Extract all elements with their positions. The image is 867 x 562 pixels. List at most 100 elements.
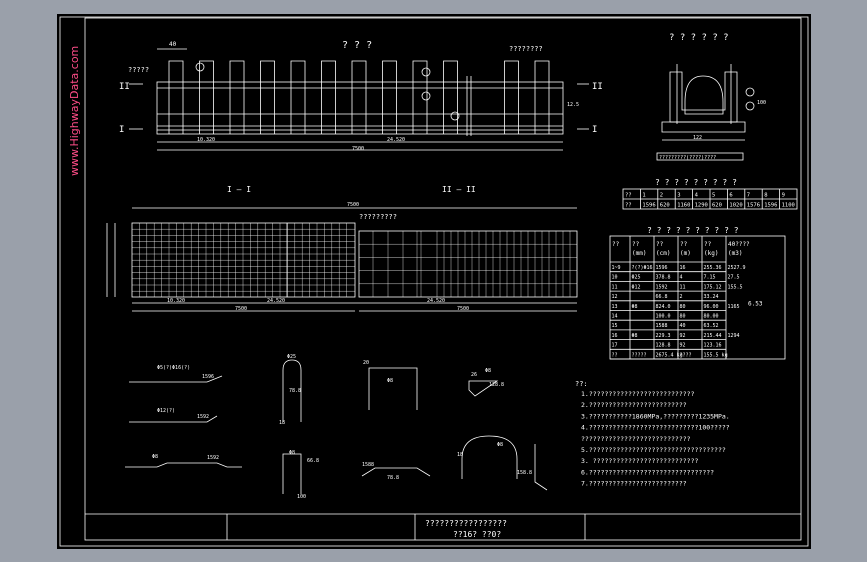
detail-label: 78.8 xyxy=(289,388,301,394)
elevation-dim-2: 24.520 xyxy=(387,137,405,143)
cross-section-view: ? ? ? ? ? ? 122 100 ?????????(????)???? xyxy=(656,33,766,161)
elevation-rib xyxy=(168,60,184,134)
table2-header: 40???? xyxy=(728,241,750,248)
elevation-dim-top: 40 xyxy=(169,41,177,48)
section-mark-II-left: II xyxy=(119,82,130,92)
detail-label: Φ8 xyxy=(497,442,503,448)
section-mark-II-right: II xyxy=(592,82,603,92)
note-line: 2.????????????????????????? xyxy=(581,401,687,409)
detail-label: Φ8 xyxy=(387,378,393,384)
watermark: www.HighwayData.com xyxy=(68,46,81,176)
table2-cell: 40 xyxy=(680,323,686,329)
table2-volume: 6.53 xyxy=(748,301,763,308)
drawing-sheet: www.HighwayData.com ? ? ? ????? ????????… xyxy=(57,14,811,549)
cad-drawing: www.HighwayData.com ? ? ? ????? ????????… xyxy=(59,16,809,547)
section-caption: ?????????(????)???? xyxy=(659,155,716,161)
table2-cell: 175.12 xyxy=(704,284,722,290)
table2-cell: Φ12 xyxy=(632,284,641,290)
table2-cell: 1165 xyxy=(728,304,740,310)
table2-cell: 2 xyxy=(680,294,683,300)
elevation-rib xyxy=(290,60,306,134)
detail-label: 26 xyxy=(471,372,477,378)
table2-header: ?? xyxy=(704,241,712,248)
table2-cell: ?? xyxy=(612,352,618,358)
elevation-rib xyxy=(504,60,519,134)
table2-cell: 12 xyxy=(612,294,618,300)
table2-header: (m) xyxy=(680,250,691,257)
detail-label: 18 xyxy=(279,420,285,426)
table2-cell: 11 xyxy=(612,284,618,290)
detail-label: 1592 xyxy=(207,455,219,461)
detail-label: Φ8 xyxy=(289,450,295,456)
table2-cell: 15 xyxy=(612,323,618,329)
bubble-8 xyxy=(421,91,431,101)
table2-cell: 155.5 kg xyxy=(704,352,728,358)
table2-cell: 16 xyxy=(680,265,686,271)
elevation-rib xyxy=(534,60,550,134)
elevation-dim-total: 7500 xyxy=(352,146,364,152)
table1-cell: 7 xyxy=(747,193,750,199)
table2-cell: 16 xyxy=(612,333,618,339)
rib-group xyxy=(168,60,550,134)
table2-cell: 1~9 xyxy=(612,265,621,271)
plan-top-dim: 7500 xyxy=(347,202,359,208)
table2-cell: 4 xyxy=(680,275,683,281)
table2-cell: 229.3 xyxy=(656,333,671,339)
table2-cell: 96.00 xyxy=(704,304,719,310)
table2-cell: 66.8 xyxy=(656,294,668,300)
table2-cell: 14 xyxy=(612,314,618,320)
table2-cell: 1592 xyxy=(656,284,668,290)
table1-cell: 4 xyxy=(695,193,699,199)
table2-cell: ?(?)Φ16 xyxy=(632,265,653,271)
table1-cell: 8 xyxy=(764,193,767,199)
section-dim-height: 100 xyxy=(757,100,766,106)
rebar-details: Φ5(?)Φ16(?) 1596 Φ12(?) 1592 Φ8 1592 Φ25 78.8 18… xyxy=(125,354,548,500)
section-mark-I-left: I xyxy=(119,125,124,135)
note-line: 5.??????????????????????????????????? xyxy=(581,446,726,454)
table2-header: (cm) xyxy=(656,250,670,257)
table2-cell: 255.36 xyxy=(704,265,722,271)
elevation-rib xyxy=(351,60,367,134)
table1-cell: 1020 xyxy=(729,203,742,209)
table2-header: ?? xyxy=(656,241,664,248)
detail-label: 100 xyxy=(297,494,306,500)
detail-label: Φ12(?) xyxy=(157,408,175,414)
title-block-sheet: ??16? ??0? xyxy=(453,530,501,539)
elevation-rib xyxy=(321,60,336,134)
section-dim-width: 122 xyxy=(693,135,702,141)
table2-cell: 128.8 xyxy=(656,343,671,349)
table1-cell: 9 xyxy=(782,193,785,199)
elevation-left-label: ????? xyxy=(128,66,149,74)
plan-II-grid xyxy=(359,231,577,297)
table2-cell: 7.15 xyxy=(704,275,716,281)
table1-cell: 5 xyxy=(712,193,715,199)
elevation-dim-1: 10.320 xyxy=(197,137,215,143)
note-line: 4.????????????????????????????100????? xyxy=(581,424,730,432)
table2-header: ?? xyxy=(680,241,688,248)
section-mark-I-right: I xyxy=(592,125,597,135)
note-line: 7.????????????????????????? xyxy=(581,480,687,488)
detail-label: Φ8 xyxy=(152,454,158,460)
elevation-rib xyxy=(260,60,275,134)
detail-label: 158.8 xyxy=(517,470,532,476)
plan-label-I: I — I xyxy=(227,185,251,194)
table1-cell: 1 xyxy=(642,193,645,199)
elevation-title: ? ? ? xyxy=(342,40,372,51)
table2-cell: Φ8 xyxy=(632,304,638,310)
elevation-dim-height: 12.5 xyxy=(567,102,579,108)
table2-cell: Φ8 xyxy=(632,333,638,339)
table2-cell: 92 xyxy=(680,343,686,349)
table2-cell: 63.52 xyxy=(704,323,719,329)
table2-cell: 123.16 xyxy=(704,343,722,349)
table-material-quantities: ? ? ? ? ? ? ? ? ? ? ?? ?? (mm)?? (cm)?? (m)?… xyxy=(609,226,786,360)
table2-cell: 215.44 xyxy=(704,333,722,339)
plan-dim-1: 10.320 xyxy=(167,298,185,304)
note-line: ???????????????????????????? xyxy=(581,435,691,443)
table2-cell: 155.5 xyxy=(728,284,743,290)
table1-cell: ?? xyxy=(625,203,632,209)
elevation-rib xyxy=(412,60,428,134)
note-line: 3.???????????1860MPa,?????????1235MPa. xyxy=(581,412,730,420)
plan-note: ????????? xyxy=(359,213,397,221)
bubble-7 xyxy=(421,67,431,77)
plan-view: I — I II — II 7500 ????????? 10.320 24.5… xyxy=(106,185,578,312)
